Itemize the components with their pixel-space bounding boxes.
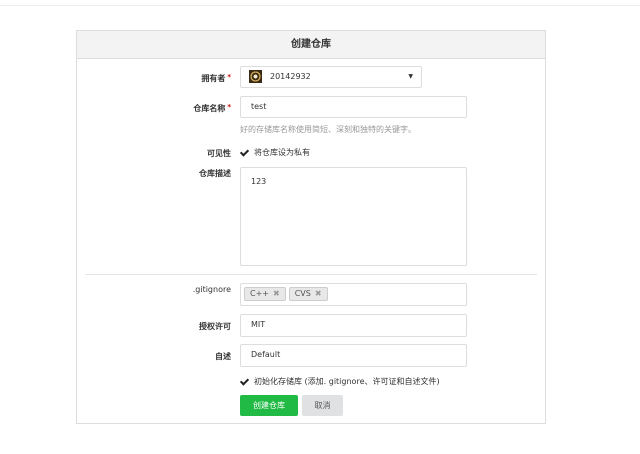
create-repo-form: 创建仓库 拥有者 * 20142932 ▼ 仓库名称 * test 好的存储库名称使…: [76, 30, 546, 424]
init-checkbox[interactable]: 初始化存储库 (添加. gitignore、许可证和自述文件): [240, 376, 440, 387]
private-checkbox[interactable]: 将仓库设为私有: [240, 147, 310, 158]
gitignore-tag[interactable]: CVS ✖: [288, 287, 328, 301]
chevron-down-icon: ▼: [408, 73, 413, 80]
license-select[interactable]: MIT: [240, 314, 467, 337]
owner-label: 拥有者 *: [201, 73, 231, 83]
gitignore-tag[interactable]: C++ ✖: [244, 287, 286, 301]
remove-icon: ✖: [273, 289, 280, 298]
avatar: [249, 70, 262, 83]
license-label: 授权许可: [199, 322, 231, 331]
top-divider: [0, 5, 640, 6]
repo-name-input[interactable]: test: [240, 96, 467, 118]
check-icon: [240, 148, 249, 157]
remove-icon: ✖: [314, 289, 322, 298]
divider: [85, 274, 537, 275]
description-textarea[interactable]: 123: [240, 167, 467, 266]
gitignore-select[interactable]: C++ ✖ CVS ✖: [240, 283, 467, 306]
owner-dropdown[interactable]: 20142932 ▼: [240, 66, 422, 88]
readme-select[interactable]: Default: [240, 344, 467, 367]
check-icon: [240, 377, 249, 386]
create-repo-button[interactable]: 创建仓库: [240, 395, 298, 416]
visibility-label: 可见性: [207, 149, 231, 158]
repo-name-label: 仓库名称 *: [193, 103, 231, 113]
readme-label: 自述: [215, 352, 231, 361]
gitignore-label: .gitignore: [192, 285, 231, 294]
cancel-button[interactable]: 取消: [302, 395, 343, 416]
description-label: 仓库描述: [199, 169, 231, 178]
page-title: 创建仓库: [77, 31, 545, 59]
repo-name-help: 好的存储库名称使用简短、深刻和独特的关键字。: [240, 125, 416, 134]
